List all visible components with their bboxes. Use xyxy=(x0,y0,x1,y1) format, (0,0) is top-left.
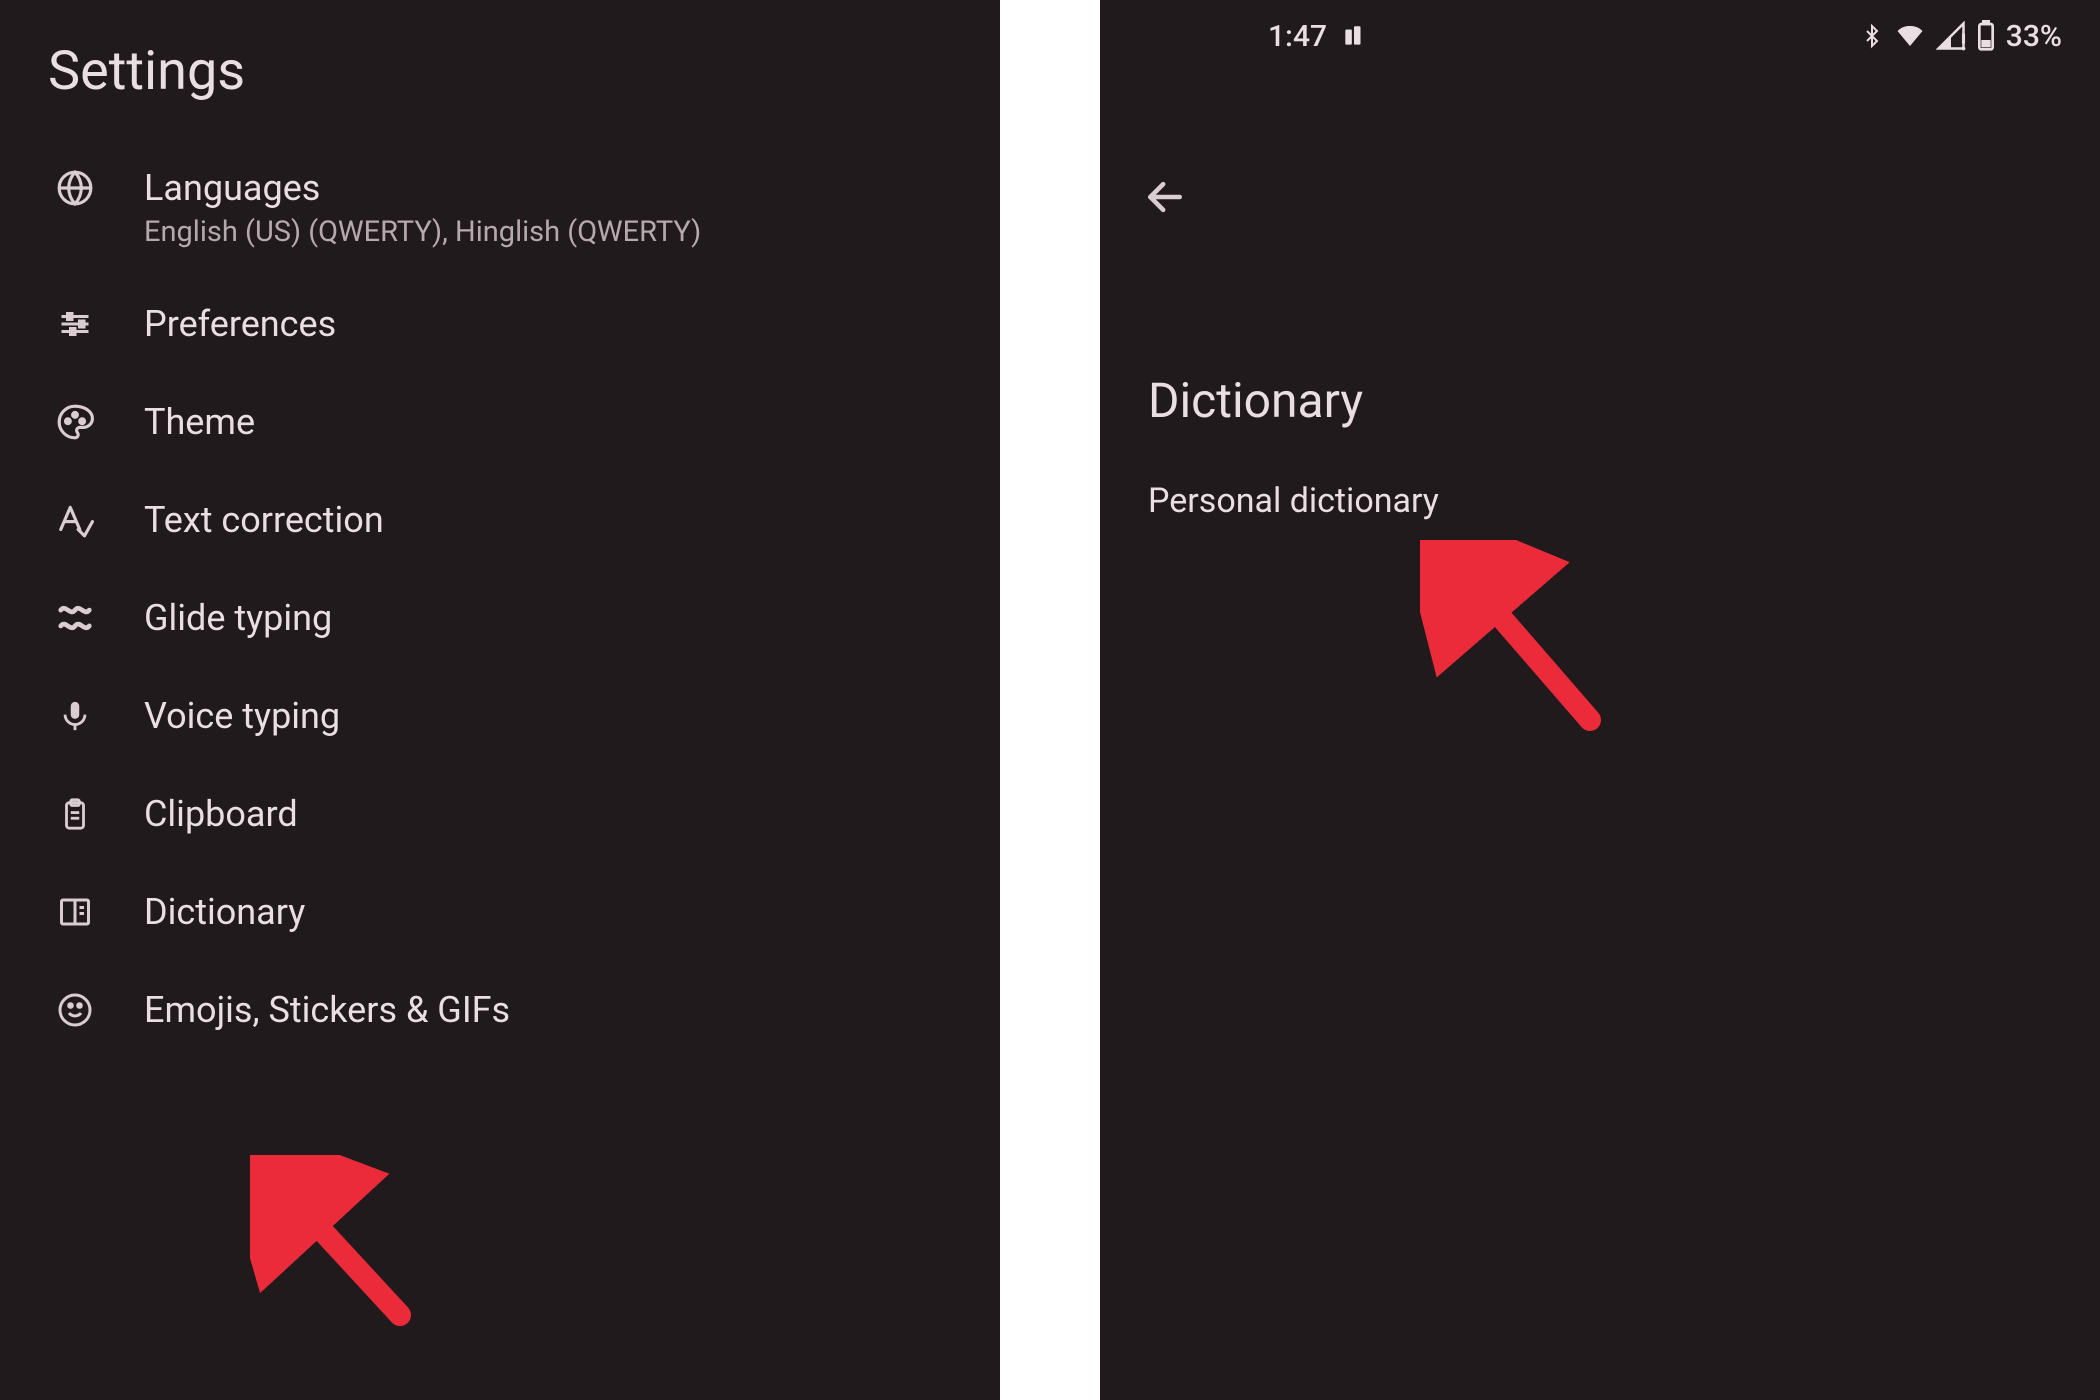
glide-icon xyxy=(54,597,96,639)
battery-icon xyxy=(1976,20,1996,52)
settings-item-label: Glide typing xyxy=(144,597,332,639)
settings-item-label: Languages xyxy=(144,167,701,209)
palette-icon xyxy=(54,401,96,443)
book-icon xyxy=(54,891,96,933)
settings-item-content: Languages English (US) (QWERTY), Hinglis… xyxy=(144,167,701,249)
settings-item-voice-typing[interactable]: Voice typing xyxy=(0,667,1000,765)
status-right: 33% xyxy=(1860,19,2062,54)
clipboard-icon xyxy=(54,793,96,835)
settings-item-label: Dictionary xyxy=(144,891,305,933)
settings-item-preferences[interactable]: Preferences xyxy=(0,275,1000,373)
back-button[interactable] xyxy=(1140,172,1190,222)
settings-item-label: Clipboard xyxy=(144,793,298,835)
annotation-arrow-personal-dictionary xyxy=(1420,540,1620,740)
settings-item-label: Theme xyxy=(144,401,255,443)
smile-icon xyxy=(54,989,96,1031)
battery-percentage: 33% xyxy=(2006,19,2062,54)
annotation-arrow-dictionary xyxy=(250,1155,430,1335)
settings-title: Settings xyxy=(0,0,1000,131)
settings-item-emojis[interactable]: Emojis, Stickers & GIFs xyxy=(0,961,1000,1059)
settings-item-theme[interactable]: Theme xyxy=(0,373,1000,471)
mic-icon xyxy=(54,695,96,737)
settings-item-label: Emojis, Stickers & GIFs xyxy=(144,989,510,1031)
settings-item-subtitle: English (US) (QWERTY), Hinglish (QWERTY) xyxy=(144,215,701,249)
text-correction-icon xyxy=(54,499,96,541)
status-left: 1:47 xyxy=(1268,19,1367,54)
panel-gap xyxy=(1000,0,1100,1400)
wifi-icon xyxy=(1894,21,1926,51)
settings-item-clipboard[interactable]: Clipboard xyxy=(0,765,1000,863)
status-bar: 1:47 xyxy=(1100,0,2100,72)
status-time: 1:47 xyxy=(1268,19,1327,54)
settings-item-text-correction[interactable]: Text correction xyxy=(0,471,1000,569)
arrow-back-icon xyxy=(1143,175,1187,219)
settings-panel: Settings Languages English (US) (QWERTY)… xyxy=(0,0,1000,1400)
back-button-area xyxy=(1100,72,2100,242)
dictionary-item-label: Personal dictionary xyxy=(1148,481,1439,521)
settings-list: Languages English (US) (QWERTY), Hinglis… xyxy=(0,131,1000,1059)
dictionary-item-personal[interactable]: Personal dictionary xyxy=(1100,453,2100,549)
sliders-icon xyxy=(54,303,96,345)
dictionary-title: Dictionary xyxy=(1100,242,2100,453)
dictionary-panel: 1:47 xyxy=(1100,0,2100,1400)
globe-icon xyxy=(54,167,96,209)
settings-item-label: Voice typing xyxy=(144,695,340,737)
settings-item-label: Text correction xyxy=(144,499,384,541)
settings-item-label: Preferences xyxy=(144,303,336,345)
status-app-icon xyxy=(1341,23,1367,49)
settings-item-languages[interactable]: Languages English (US) (QWERTY), Hinglis… xyxy=(0,131,1000,275)
bluetooth-icon xyxy=(1860,21,1884,51)
cell-signal-icon xyxy=(1936,21,1966,51)
settings-item-dictionary[interactable]: Dictionary xyxy=(0,863,1000,961)
settings-item-glide-typing[interactable]: Glide typing xyxy=(0,569,1000,667)
